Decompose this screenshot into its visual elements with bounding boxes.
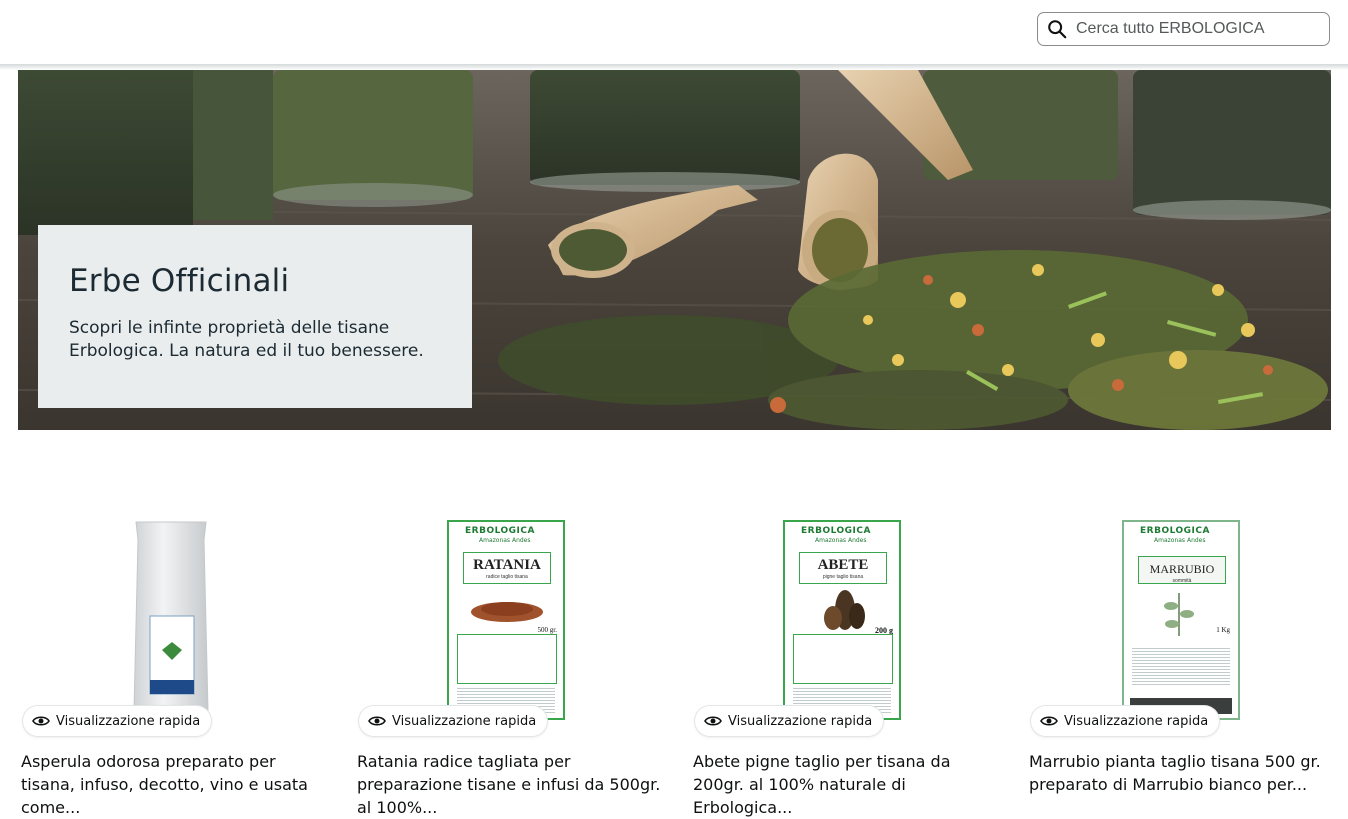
package-brand: ERBOLOGICA [1140, 526, 1210, 536]
package-weight: 1 Kg [1216, 626, 1230, 634]
product-grid: Visualizzazione rapida Asperula odorosa … [0, 510, 1348, 817]
product-title-link[interactable]: Abete pigne taglio per tisana da 200gr. … [693, 750, 998, 819]
package-brand-sub: Amazonas Andes [1154, 537, 1206, 544]
hero-title: Erbe Officinali [69, 263, 290, 299]
package-label: RATANIA radice taglio tisana [463, 552, 551, 584]
quick-view-button[interactable]: Visualizzazione rapida [1031, 706, 1220, 736]
product-bag-image [133, 521, 209, 719]
quick-view-button[interactable]: Visualizzazione rapida [359, 706, 548, 736]
product-image[interactable]: ERBOLOGICA Amazonas Andes MARRUBIO sommi… [1122, 520, 1240, 720]
quick-view-button[interactable]: Visualizzazione rapida [695, 706, 884, 736]
package-weight: 500 gr. [537, 626, 557, 634]
package-text-lines [1132, 646, 1230, 686]
quick-view-label: Visualizzazione rapida [1064, 713, 1209, 729]
package-label: MARRUBIO sommità [1138, 556, 1226, 584]
search-icon [1048, 20, 1067, 39]
product-image[interactable]: ERBOLOGICA Amazonas Andes RATANIA radice… [447, 520, 565, 720]
eye-icon [704, 716, 722, 726]
product-card[interactable]: ERBOLOGICA Amazonas Andes MARRUBIO sommi… [1028, 510, 1348, 804]
product-title-link[interactable]: Asperula odorosa preparato per tisana, i… [21, 750, 326, 819]
product-package-image: ERBOLOGICA Amazonas Andes ABETE pigne ta… [783, 520, 901, 720]
package-info-box [457, 634, 557, 684]
package-name: RATANIA [473, 557, 541, 573]
search-input[interactable] [1074, 19, 1318, 39]
package-subtitle: sommità [1172, 578, 1192, 584]
horehound-plant-image [1164, 593, 1194, 636]
package-name: MARRUBIO [1149, 562, 1215, 576]
hero-banner[interactable]: Erbe Officinali Scopri le infinte propri… [18, 70, 1331, 430]
package-brand: ERBOLOGICA [465, 526, 535, 536]
product-package-image: ERBOLOGICA Amazonas Andes RATANIA radice… [447, 520, 565, 720]
product-image[interactable]: ERBOLOGICA Amazonas Andes ABETE pigne ta… [783, 520, 901, 720]
product-card[interactable]: Visualizzazione rapida Asperula odorosa … [20, 510, 340, 817]
package-subtitle: radice taglio tisana [486, 574, 528, 580]
hero-subtitle: Scopri le infinte proprietà delle tisane… [69, 318, 424, 361]
quick-view-button[interactable]: Visualizzazione rapida [23, 706, 212, 736]
package-name: ABETE [817, 557, 869, 573]
search-box[interactable] [1037, 12, 1330, 46]
hero-text-card: Erbe Officinali Scopri le infinte propri… [38, 225, 472, 408]
top-bar [0, 0, 1348, 64]
product-image[interactable] [132, 520, 250, 720]
package-brand: ERBOLOGICA [801, 526, 871, 536]
root-pile-image [471, 602, 543, 622]
quick-view-label: Visualizzazione rapida [392, 713, 537, 729]
package-info-box [793, 634, 893, 684]
package-brand-sub: Amazonas Andes [815, 537, 867, 544]
pine-cones-image [824, 590, 865, 630]
product-card[interactable]: ERBOLOGICA Amazonas Andes RATANIA radice… [356, 510, 676, 817]
eye-icon [368, 716, 386, 726]
product-title-link[interactable]: Marrubio pianta taglio tisana 500 gr. pr… [1029, 750, 1334, 796]
package-label: ABETE pigne taglio tisana [799, 552, 887, 584]
product-card[interactable]: ERBOLOGICA Amazonas Andes ABETE pigne ta… [692, 510, 1012, 817]
product-package-image: ERBOLOGICA Amazonas Andes MARRUBIO sommi… [1122, 520, 1240, 720]
quick-view-label: Visualizzazione rapida [56, 713, 201, 729]
package-subtitle: pigne taglio tisana [822, 574, 864, 580]
eye-icon [1040, 716, 1058, 726]
quick-view-label: Visualizzazione rapida [728, 713, 873, 729]
product-title-link[interactable]: Ratania radice tagliata per preparazione… [357, 750, 662, 819]
eye-icon [32, 716, 50, 726]
package-brand-sub: Amazonas Andes [479, 537, 531, 544]
